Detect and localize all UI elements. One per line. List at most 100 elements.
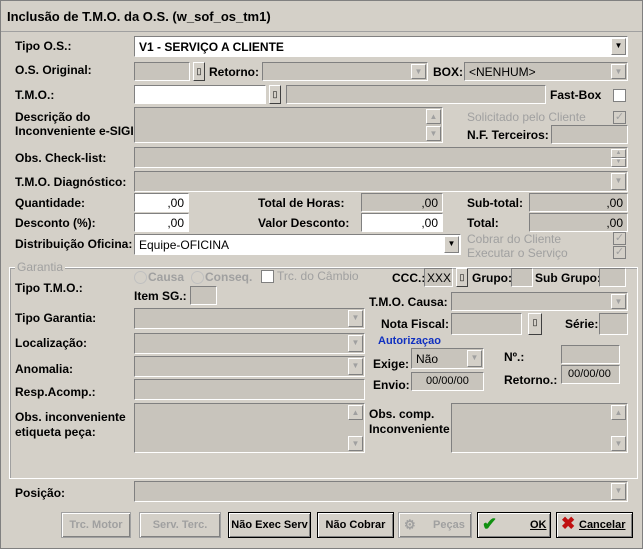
fast-box-label: Fast-Box xyxy=(550,88,602,102)
resp-acomp-field xyxy=(134,379,365,400)
distribuicao-label: Distribuição Oficina: xyxy=(15,237,133,251)
obs-comp-label-line1: Obs. comp. xyxy=(369,407,435,421)
cobrar-checkbox: ✓ xyxy=(613,232,626,245)
obs-checklist-label: Obs. Check-list: xyxy=(15,151,107,165)
chevron-down-icon: ▼ xyxy=(348,335,363,352)
total-horas-field: ,00 xyxy=(361,193,443,212)
scroll-down-icon: ▼ xyxy=(611,436,626,451)
chevron-down-icon[interactable]: ▼ xyxy=(444,236,459,253)
subtotal-field: ,00 xyxy=(529,193,628,212)
executar-checkbox: ✓ xyxy=(613,246,626,259)
tmo-causa-label: T.M.O. Causa: xyxy=(369,295,448,309)
conseq-label: Conseq. xyxy=(205,270,253,284)
garantia-group-title: Garantia xyxy=(15,260,66,274)
ccc-label: CCC.: xyxy=(392,271,426,285)
chevron-down-icon: ▼ xyxy=(611,294,626,309)
anomalia-select: ▼ xyxy=(134,356,365,377)
cancelar-button[interactable]: ✖ Cancelar xyxy=(556,512,633,538)
anomalia-label: Anomalia: xyxy=(15,362,74,376)
tmo-input[interactable] xyxy=(134,85,266,104)
desconto-label: Desconto (%): xyxy=(15,216,96,230)
descricao-label-line1: Descrição do xyxy=(15,110,91,124)
close-icon: ✖ xyxy=(561,514,576,533)
item-sg-field xyxy=(190,286,217,305)
chevron-down-icon: ▼ xyxy=(348,310,363,327)
obs-inconveniente-textarea: ▲ ▼ xyxy=(134,403,365,453)
total-horas-label: Total de Horas: xyxy=(258,196,345,210)
resp-acomp-label: Resp.Acomp.: xyxy=(15,385,96,399)
exige-label: Exige: xyxy=(373,357,410,371)
envio-field: 00/00/00 xyxy=(411,372,484,391)
chevron-down-icon[interactable]: ▼ xyxy=(611,38,626,55)
os-original-label: O.S. Original: xyxy=(15,63,92,77)
desconto-input[interactable]: ,00 xyxy=(134,213,189,232)
dialog-window: Inclusão de T.M.O. da O.S. (w_sof_os_tm1… xyxy=(0,0,643,549)
nao-exec-serv-button[interactable]: Não Exec Serv xyxy=(228,512,311,538)
scroll-up-icon: ▲ xyxy=(611,149,626,158)
distribuicao-select[interactable]: Equipe-OFICINA ▼ xyxy=(134,234,461,255)
trc-cambio-label: Trc. do Câmbio xyxy=(277,269,359,283)
scroll-up-icon: ▲ xyxy=(611,405,626,420)
serie-label: Série: xyxy=(565,317,599,331)
ccc-field: XXX xyxy=(424,268,453,287)
lookup-icon[interactable]: ▯ xyxy=(269,85,281,104)
localizacao-select: ▼ xyxy=(134,333,365,354)
valor-desconto-input[interactable]: ,00 xyxy=(361,213,443,232)
tmo-causa-select: ▼ xyxy=(451,292,628,311)
retorno-select: ▼ xyxy=(262,62,428,81)
envio-label: Envio: xyxy=(373,378,410,392)
valor-desconto-label: Valor Desconto: xyxy=(258,216,350,230)
lookup-icon[interactable]: ▯ xyxy=(528,313,542,335)
tipo-os-select[interactable]: V1 - SERVIÇO A CLIENTE ▼ xyxy=(134,36,628,57)
tipo-garantia-select: ▼ xyxy=(134,308,365,329)
check-icon: ✔ xyxy=(482,514,498,534)
descricao-label-line2: Inconveniente e-SIGI xyxy=(15,124,134,138)
nf-terceiros-field xyxy=(551,125,628,144)
numero-field xyxy=(561,345,620,364)
retorno-label: Retorno: xyxy=(209,65,259,79)
chevron-down-icon: ▼ xyxy=(611,173,626,190)
solicitado-label: Solicitado pelo Cliente xyxy=(467,110,586,124)
causa-radio xyxy=(134,271,147,284)
trc-motor-button: Trc. Motor xyxy=(61,512,131,538)
total-label: Total: xyxy=(467,216,499,230)
tmo-diagnostico-select: ▼ xyxy=(134,171,628,192)
tmo-diagnostico-label: T.M.O. Diagnóstico: xyxy=(15,175,127,189)
grupo-label: Grupo: xyxy=(472,271,512,285)
parts-icon: ⚙ xyxy=(404,517,416,532)
nota-fiscal-label: Nota Fiscal: xyxy=(381,317,450,331)
conseq-radio xyxy=(191,271,204,284)
solicitado-checkbox: ✓ xyxy=(613,111,626,124)
quantidade-label: Quantidade: xyxy=(15,196,86,210)
title-bar: Inclusão de T.M.O. da O.S. (w_sof_os_tm1… xyxy=(1,1,642,32)
grupo-field xyxy=(511,268,533,287)
fast-box-checkbox[interactable] xyxy=(613,89,626,102)
lookup-icon[interactable]: ▯ xyxy=(193,62,205,81)
descricao-textarea: ▲ ▼ xyxy=(134,107,443,143)
cobrar-label: Cobrar do Cliente xyxy=(467,232,562,246)
sub-grupo-label: Sub Grupo: xyxy=(535,271,601,285)
executar-label: Executar o Serviço xyxy=(467,246,568,260)
causa-label: Causa xyxy=(148,270,185,284)
obs-comp-label-line2: Inconveniente xyxy=(369,422,450,436)
os-original-field xyxy=(134,62,190,81)
box-select: <NENHUM> ▼ xyxy=(464,62,628,81)
quantidade-input[interactable]: ,00 xyxy=(134,193,189,212)
trc-cambio-checkbox[interactable] xyxy=(261,270,274,283)
posicao-label: Posição: xyxy=(15,486,66,500)
scroll-down-icon: ▼ xyxy=(611,158,626,167)
ok-button[interactable]: ✔ OK xyxy=(477,512,551,538)
nao-cobrar-button[interactable]: Não Cobrar xyxy=(317,512,394,538)
tipo-garantia-label: Tipo Garantia: xyxy=(15,311,97,325)
tmo-description-field xyxy=(286,85,546,104)
obs-comp-textarea: ▲ ▼ xyxy=(451,403,628,453)
window-title: Inclusão de T.M.O. da O.S. (w_sof_os_tm1… xyxy=(7,9,271,24)
total-field: ,00 xyxy=(529,213,628,232)
obs-inconveniente-label-line2: etiqueta peça: xyxy=(15,425,96,439)
lookup-icon[interactable]: ▯ xyxy=(456,268,468,287)
chevron-down-icon: ▼ xyxy=(467,350,482,367)
exige-select: Não ▼ xyxy=(411,348,484,369)
scroll-up-icon: ▲ xyxy=(348,405,363,420)
serie-field xyxy=(599,313,628,335)
scroll-down-icon: ▼ xyxy=(348,436,363,451)
